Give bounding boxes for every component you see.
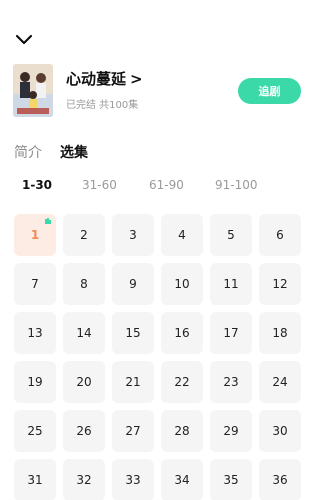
episode-cell[interactable]: 24 (259, 361, 301, 403)
episode-cell[interactable]: 21 (112, 361, 154, 403)
follow-button[interactable]: 追剧 (238, 78, 301, 104)
episode-number: 27 (125, 424, 141, 438)
episode-cell[interactable]: 31 (14, 459, 56, 500)
episode-number: 35 (223, 473, 239, 487)
tab-episodes[interactable]: 选集 (60, 142, 88, 162)
episode-cell[interactable]: 20 (63, 361, 105, 403)
episode-cell[interactable]: 11 (210, 263, 252, 305)
episode-cell[interactable]: 6 (259, 214, 301, 256)
episode-cell[interactable]: 17 (210, 312, 252, 354)
episode-number: 26 (76, 424, 92, 438)
tab-intro[interactable]: 简介 (14, 142, 42, 162)
episode-number: 10 (174, 277, 190, 291)
episode-cell[interactable]: 2 (63, 214, 105, 256)
episode-cell[interactable]: 34 (161, 459, 203, 500)
episode-cell[interactable]: 5 (210, 214, 252, 256)
episode-number: 24 (272, 375, 288, 389)
show-poster[interactable] (13, 64, 53, 117)
episode-number: 29 (223, 424, 239, 438)
episode-cell[interactable]: 16 (161, 312, 203, 354)
episode-cell[interactable]: 14 (63, 312, 105, 354)
episode-cell[interactable]: 9 (112, 263, 154, 305)
episode-number: 16 (174, 326, 190, 340)
top-bar (0, 0, 313, 58)
episode-cell[interactable]: 8 (63, 263, 105, 305)
episode-number: 4 (178, 228, 186, 242)
episode-grid: 1 2 3 4 5 6 7 8 9 10 11 12 13 14 15 16 17 18 19 20 21 22 23 24 2… (14, 214, 302, 500)
episode-cell[interactable]: 25 (14, 410, 56, 452)
episode-number: 14 (76, 326, 92, 340)
episode-cell[interactable]: 15 (112, 312, 154, 354)
episode-cell[interactable]: 18 (259, 312, 301, 354)
episode-number: 31 (27, 473, 43, 487)
episode-number: 1 (30, 228, 40, 242)
episode-cell[interactable]: 32 (63, 459, 105, 500)
episode-number: 30 (272, 424, 288, 438)
episode-number: 11 (223, 277, 239, 291)
episode-number: 2 (80, 228, 88, 242)
episode-number: 3 (129, 228, 137, 242)
episode-number: 20 (76, 375, 92, 389)
episode-range-selector: 1-30 31-60 61-90 91-100 (0, 178, 313, 198)
episode-cell[interactable]: 28 (161, 410, 203, 452)
episode-number: 36 (272, 473, 288, 487)
episode-cell[interactable]: 22 (161, 361, 203, 403)
episode-number: 33 (125, 473, 141, 487)
episode-number: 15 (125, 326, 141, 340)
episode-cell[interactable]: 19 (14, 361, 56, 403)
episode-number: 6 (276, 228, 284, 242)
episode-number: 8 (80, 277, 88, 291)
episode-number: 12 (272, 277, 288, 291)
show-status: 已完结 共100集 (66, 100, 139, 111)
playing-bars-icon (45, 218, 51, 224)
show-header: 心动蔓延 > 已完结 共100集 追剧 (0, 60, 313, 120)
episode-cell[interactable]: 10 (161, 263, 203, 305)
episode-cell[interactable]: 30 (259, 410, 301, 452)
episode-number: 7 (31, 277, 39, 291)
episode-number: 9 (129, 277, 137, 291)
episode-number: 5 (227, 228, 235, 242)
tab-bar: 简介 选集 (14, 142, 88, 162)
episode-cell[interactable]: 23 (210, 361, 252, 403)
show-title: 心动蔓延 (66, 70, 127, 88)
episode-number: 21 (125, 375, 141, 389)
episode-number: 18 (272, 326, 288, 340)
episode-cell[interactable]: 26 (63, 410, 105, 452)
range-tab-31-60[interactable]: 31-60 (82, 178, 117, 192)
episode-cell[interactable]: 7 (14, 263, 56, 305)
episode-cell[interactable]: 4 (161, 214, 203, 256)
episode-number: 34 (174, 473, 190, 487)
episode-number: 19 (27, 375, 43, 389)
episode-cell[interactable]: 29 (210, 410, 252, 452)
episode-number: 17 (223, 326, 239, 340)
episode-number: 13 (27, 326, 43, 340)
episode-number: 23 (223, 375, 239, 389)
range-tab-1-30[interactable]: 1-30 (22, 178, 52, 192)
episode-number: 28 (174, 424, 190, 438)
episode-cell[interactable]: 27 (112, 410, 154, 452)
episode-cell[interactable]: 36 (259, 459, 301, 500)
episode-number: 32 (76, 473, 92, 487)
range-tab-61-90[interactable]: 61-90 (149, 178, 184, 192)
show-title-link[interactable]: 心动蔓延 > (66, 68, 143, 89)
episode-cell[interactable]: 13 (14, 312, 56, 354)
episode-cell[interactable]: 3 (112, 214, 154, 256)
episode-number: 25 (27, 424, 43, 438)
episode-cell[interactable]: 33 (112, 459, 154, 500)
range-tab-91-100[interactable]: 91-100 (215, 178, 258, 192)
episode-cell[interactable]: 12 (259, 263, 301, 305)
chevron-right-icon: > (130, 69, 143, 88)
episode-number: 22 (174, 375, 190, 389)
chevron-down-icon[interactable] (14, 32, 34, 48)
episode-cell-current[interactable]: 1 (14, 214, 56, 256)
episode-cell[interactable]: 35 (210, 459, 252, 500)
